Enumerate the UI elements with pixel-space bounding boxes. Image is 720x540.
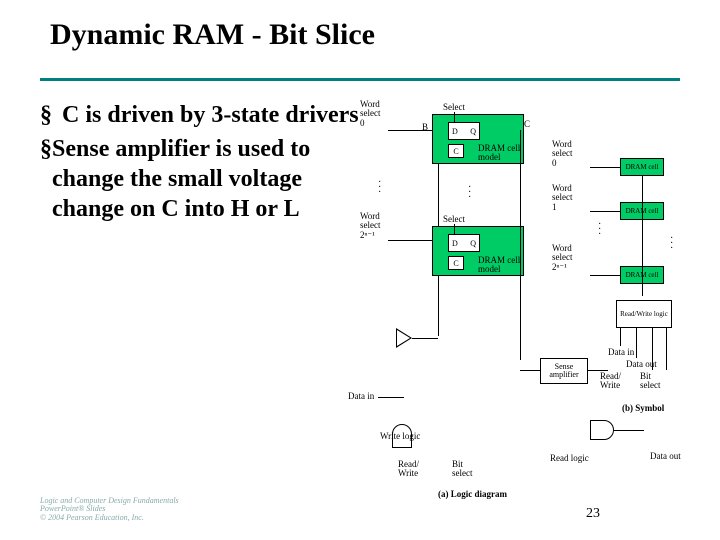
bullet-2: § Sense amplifier is used to change the … [40,134,360,224]
teal-divider [40,78,680,81]
label-data-in-sym: Data in [608,348,634,357]
label-q: Q [470,239,476,248]
label-wslast-right: Word select 2ⁿ⁻¹ [552,244,573,272]
label-d: D [452,239,458,248]
label-q: Q [470,127,476,136]
label-ws1-right: Word select 1 [552,184,573,212]
dq-bot: D Q [448,234,480,252]
label-bit-select: Bit select [452,460,473,479]
wire [590,167,620,168]
wire [636,328,637,358]
label-bit-sym: Bit select [640,372,661,391]
c-box-bot: C [448,256,464,270]
label-rw-sym: Read/ Write [600,372,621,391]
page-number: 23 [586,506,600,522]
wire-b [438,164,439,226]
bullet-list: § C is driven by 3-state drivers § Sense… [40,100,360,228]
wire [590,275,620,276]
label-b-top: B [422,123,428,132]
wire [620,328,621,346]
label-read-logic: Read logic [550,454,589,463]
wire-c [520,130,521,360]
sense-amplifier: Sense amplifier [540,358,588,384]
bullet-1-text: C is driven by 3-state drivers [62,100,359,130]
and-gate-read [590,420,614,440]
c-box-top: C [448,144,464,158]
wire [454,224,455,234]
dram-cell-sym-0: DRAM cell [620,158,664,176]
wire-b2 [438,276,439,336]
vdots-mid: ··· [468,185,471,200]
wire [388,240,432,241]
footer-credits: Logic and Computer Design Fundamentals P… [40,497,179,522]
label-word-select-0: Word select 0 [360,100,381,128]
vdots-right2: ··· [670,236,673,251]
label-data-out-left: Data out [650,452,681,461]
bullet-mark: § [40,134,52,224]
rw-logic-box: Read/Write logic [616,300,672,328]
wire [454,112,455,122]
vdots-left: ··· [378,180,381,195]
tristate-driver [396,328,412,348]
page-title: Dynamic RAM - Bit Slice [0,0,720,52]
wire [388,130,432,131]
wire-bus-right [642,176,643,296]
footer-l3: © 2004 Pearson Education, Inc. [40,514,179,522]
wire [652,328,653,370]
wire [412,338,438,339]
label-read-write: Read/ Write [398,460,419,479]
label-a-diagram: (a) Logic diagram [438,490,507,499]
label-data-in-left: Data in [348,392,374,401]
vdots-right: ··· [598,222,601,237]
label-write-logic: Write logic [380,432,420,441]
bullet-1: § C is driven by 3-state drivers [40,100,360,130]
wire [378,397,404,398]
wire [520,370,540,371]
dq-top: D Q [448,122,480,140]
wire [666,328,667,370]
label-c-top: C [524,120,530,129]
wire [614,430,644,431]
label-dram-model-top: DRAM cell model [478,144,520,163]
bullet-mark: § [40,100,62,130]
label-dram-model-bot: DRAM cell model [478,256,520,275]
bullet-2-text: Sense amplifier is used to change the sm… [52,134,360,224]
label-word-select-last: Word select 2ⁿ⁻¹ [360,212,381,240]
label-ws0-right: Word select 0 [552,140,573,168]
label-b-symbol: (b) Symbol [622,404,664,413]
label-d: D [452,127,458,136]
wire [590,211,620,212]
